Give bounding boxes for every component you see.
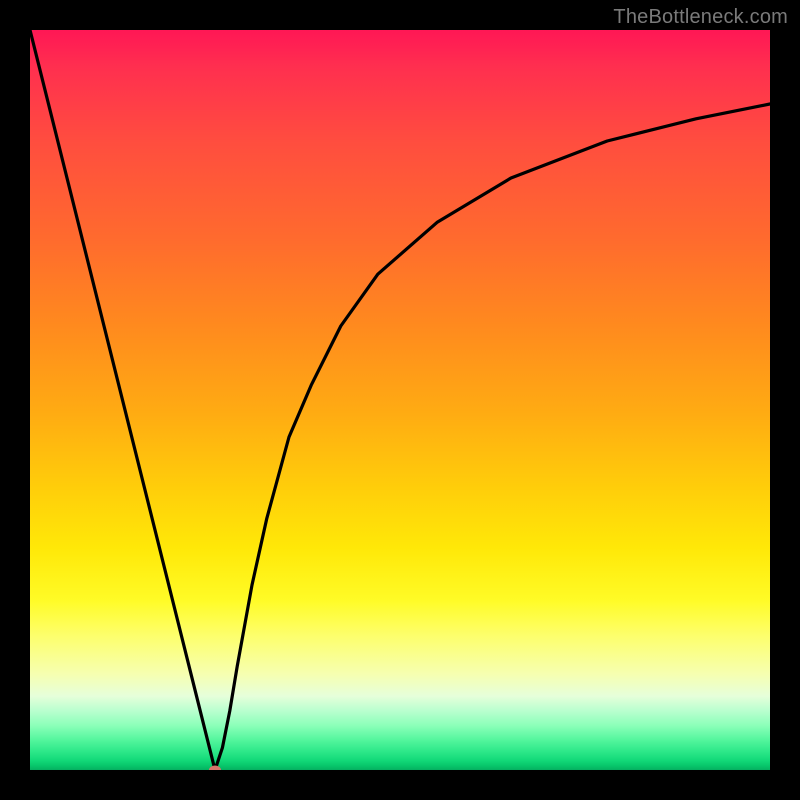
heat-gradient-background	[30, 30, 770, 770]
minimum-marker	[209, 766, 221, 771]
chart-frame: TheBottleneck.com	[0, 0, 800, 800]
plot-area	[30, 30, 770, 770]
attribution-label: TheBottleneck.com	[613, 6, 788, 29]
